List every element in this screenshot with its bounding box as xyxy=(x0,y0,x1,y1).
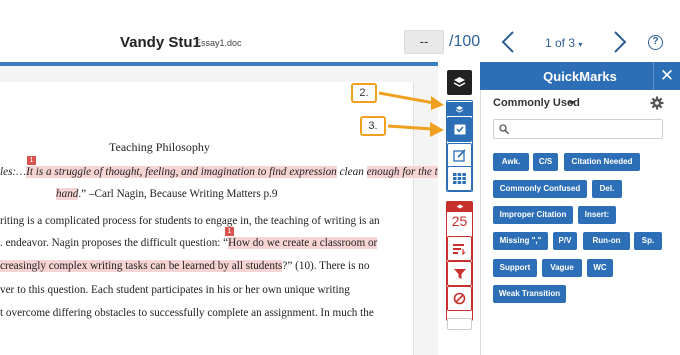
quickmarks-search[interactable] xyxy=(493,119,663,139)
quickmark-chip[interactable]: Run-on xyxy=(583,232,630,250)
quickmarks-button[interactable] xyxy=(447,117,472,142)
search-icon xyxy=(499,124,509,135)
quickmark-number-marker[interactable]: 1 xyxy=(27,156,36,165)
quickmark-chip[interactable]: Sp. xyxy=(634,232,662,250)
quickmark-chip[interactable]: Commonly Confused xyxy=(493,180,587,198)
quickmark-number-marker[interactable]: 1 xyxy=(225,227,234,236)
callout-arrowhead-2 xyxy=(431,96,444,110)
layers-icon xyxy=(455,105,464,113)
student-name: Vandy Stu1 xyxy=(120,34,201,51)
quickmark-chip[interactable]: Weak Transition xyxy=(493,285,566,303)
document-line: t overcome differing obstacles to succes… xyxy=(0,307,374,319)
highlighted-text[interactable]: creasingly complex writing tasks can be … xyxy=(0,260,283,272)
callout-arrow-3 xyxy=(387,124,433,131)
document-line: hand.” –Carl Nagin, Because Writing Matt… xyxy=(56,188,278,200)
document-line: ver to this question. Each student parti… xyxy=(0,284,350,296)
edit-icon xyxy=(453,149,466,162)
check-box-icon xyxy=(454,124,465,135)
block-icon xyxy=(453,292,466,305)
quickmark-chip[interactable]: Missing "," xyxy=(493,232,548,250)
callout-arrow-2 xyxy=(378,91,435,105)
filter-icon xyxy=(453,268,466,279)
callout-arrows xyxy=(378,91,444,137)
caret-down-icon xyxy=(569,101,575,105)
grade-input[interactable]: -- xyxy=(404,30,444,54)
quickmark-set-dropdown[interactable]: Commonly Used xyxy=(493,97,580,109)
next-paper-button[interactable] xyxy=(612,30,628,54)
document-line: . endeavor. Nagin proposes the difficult… xyxy=(0,237,378,249)
exclude-button[interactable] xyxy=(447,286,472,311)
top-bar: Vandy Stu1 Essay1.doc -- /100 1 of 3 ▾ ? xyxy=(0,0,680,62)
rubric-button[interactable] xyxy=(447,166,472,191)
quickmarks-header: QuickMarks ✕ xyxy=(480,62,680,90)
gear-icon[interactable] xyxy=(650,96,664,110)
filter-button[interactable] xyxy=(447,261,472,286)
search-input[interactable] xyxy=(514,122,654,136)
highlighted-text[interactable]: It is a struggle of thought, feeling, an… xyxy=(26,166,337,178)
grid-icon xyxy=(453,173,466,184)
quickmark-chip[interactable]: P/V xyxy=(553,232,577,250)
highlighted-text[interactable]: hand xyxy=(56,188,79,200)
quickmark-chip[interactable]: Awk. xyxy=(493,153,529,171)
chevron-left-icon xyxy=(501,31,514,53)
grade-total: /100 xyxy=(449,33,481,50)
pager-label: 1 of 3 xyxy=(545,36,576,50)
callout-arrowhead-3 xyxy=(430,122,444,137)
help-button[interactable]: ? xyxy=(648,35,663,50)
sort-filter-button[interactable] xyxy=(447,236,472,261)
comment-button[interactable] xyxy=(447,143,472,168)
quickmark-chip[interactable]: Support xyxy=(493,259,537,277)
similarity-score[interactable]: 25 xyxy=(447,213,472,229)
highlighted-text[interactable]: How do we create a classroom or xyxy=(228,237,378,249)
previous-paper-button[interactable] xyxy=(500,30,516,54)
document-line: les:…It is a struggle of thought, feelin… xyxy=(0,166,465,178)
document-line: riting is a complicated process for stud… xyxy=(0,215,380,227)
document-page: Teaching Philosophy 1 les:…It is a strug… xyxy=(0,82,465,355)
layers-icon xyxy=(453,77,466,87)
layers-button[interactable] xyxy=(447,70,472,95)
sort-lines-icon xyxy=(453,243,466,255)
document-title: Teaching Philosophy xyxy=(109,140,210,154)
caret-down-icon: ▾ xyxy=(578,40,583,49)
layers-icon xyxy=(456,204,463,208)
quickmark-chip[interactable]: Improper Citation xyxy=(493,206,573,224)
quickmark-chip[interactable]: WC xyxy=(587,259,613,277)
close-button[interactable]: ✕ xyxy=(653,62,680,90)
quickmark-chip[interactable]: Del. xyxy=(592,180,622,198)
quickmark-chip[interactable]: Insert: xyxy=(578,206,616,224)
quickmark-chip[interactable]: C/S xyxy=(533,153,558,171)
similarity-layer-toggle[interactable] xyxy=(447,202,472,212)
close-icon: ✕ xyxy=(659,66,675,85)
quickmark-chip[interactable]: Citation Needed xyxy=(564,153,640,171)
chevron-right-icon xyxy=(614,31,627,53)
more-tools-button[interactable] xyxy=(447,318,472,330)
quickmarks-title: QuickMarks xyxy=(543,69,617,84)
quickmark-chip[interactable]: Vague xyxy=(542,259,582,277)
quickmarks-layer-toggle[interactable] xyxy=(447,102,472,116)
paper-pager-dropdown[interactable]: 1 of 3 ▾ xyxy=(545,36,582,50)
document-line: creasingly complex writing tasks can be … xyxy=(0,260,370,272)
file-name: Essay1.doc xyxy=(195,38,242,48)
